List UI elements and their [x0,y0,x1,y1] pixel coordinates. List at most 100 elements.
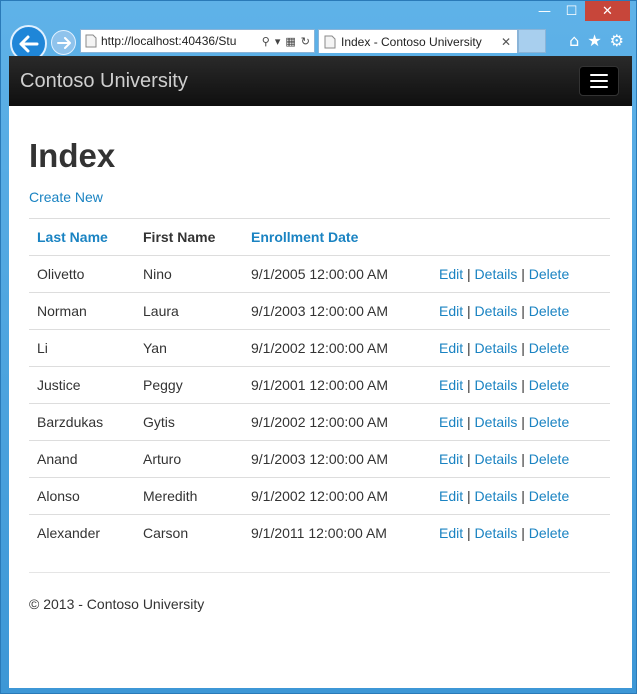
action-separator: | [521,340,525,356]
compat-view-icon[interactable]: ▦ [285,35,295,48]
cell-enrollment-date: 9/1/2002 12:00:00 AM [243,477,431,515]
edit-link[interactable]: Edit [439,488,463,504]
new-tab-button[interactable] [518,29,546,53]
create-new-link[interactable]: Create New [29,189,103,205]
settings-gear-icon[interactable]: ⚙ [610,31,624,50]
refresh-icon[interactable]: ↻ [301,35,310,48]
cell-first-name: Peggy [135,366,243,404]
table-row: Norman Laura 9/1/2003 12:00:00 AM Edit | De… [29,292,610,330]
hamburger-bar-icon [590,86,608,88]
close-window-button[interactable]: ✕ [585,1,630,21]
column-header-enrollment-date[interactable]: Enrollment Date [243,218,431,256]
forward-button[interactable] [51,30,76,55]
favorites-star-icon[interactable]: ★ [587,31,601,50]
browser-toolbar: http://localhost:40436/Stu ⚲ ▾ ▦ ↻ Index… [1,23,636,62]
cell-first-name: Carson [135,514,243,552]
cell-actions: Edit | Details | Delete [431,403,610,441]
cell-first-name: Laura [135,292,243,330]
column-header-last-name[interactable]: Last Name [29,218,135,256]
cell-actions: Edit | Details | Delete [431,366,610,404]
table-row: Li Yan 9/1/2002 12:00:00 AM Edit | Details … [29,329,610,367]
address-bar[interactable]: http://localhost:40436/Stu ⚲ ▾ ▦ ↻ [80,29,315,53]
details-link[interactable]: Details [475,525,518,541]
column-header-actions [431,218,610,256]
edit-link[interactable]: Edit [439,303,463,319]
arrow-right-icon [56,36,71,49]
footer-divider [29,571,610,573]
cell-first-name: Yan [135,329,243,367]
cell-first-name: Gytis [135,403,243,441]
main-content: Index Create New Last Name First Name En… [9,136,632,612]
page-title: Index [29,137,116,174]
cell-actions: Edit | Details | Delete [431,440,610,478]
dropdown-icon[interactable]: ▾ [275,35,281,48]
cell-last-name: Alexander [29,514,135,552]
cell-enrollment-date: 9/1/2003 12:00:00 AM [243,292,431,330]
delete-link[interactable]: Delete [529,266,569,282]
arrow-left-icon [19,35,38,52]
cell-enrollment-date: 9/1/2001 12:00:00 AM [243,366,431,404]
action-separator: | [521,266,525,282]
action-separator: | [521,525,525,542]
action-separator: | [467,451,471,467]
cell-last-name: Olivetto [29,255,135,293]
page-icon [85,34,97,48]
nav-toggle-button[interactable] [579,66,619,96]
edit-link[interactable]: Edit [439,340,463,356]
action-separator: | [467,340,471,356]
browser-window: — ☐ ✕ http://localhost:40436/Stu ⚲ ▾ ▦ ↻ [0,0,637,694]
edit-link[interactable]: Edit [439,414,463,430]
edit-link[interactable]: Edit [439,451,463,467]
students-table: Last Name First Name Enrollment Date Oli… [29,218,610,552]
edit-link[interactable]: Edit [439,266,463,282]
cell-first-name: Nino [135,255,243,293]
cell-last-name: Li [29,329,135,367]
tab-title: Index - Contoso University [341,34,482,49]
action-separator: | [521,377,525,393]
tab-close-icon[interactable]: ✕ [501,35,517,49]
delete-link[interactable]: Delete [529,377,569,393]
url-text[interactable]: http://localhost:40436/Stu [101,34,262,48]
details-link[interactable]: Details [475,451,518,467]
edit-link[interactable]: Edit [439,377,463,393]
delete-link[interactable]: Delete [529,340,569,356]
browser-tab[interactable]: Index - Contoso University ✕ [318,29,518,53]
cell-enrollment-date: 9/1/2011 12:00:00 AM [243,514,431,552]
edit-link[interactable]: Edit [439,525,463,541]
minimize-button[interactable]: — [531,1,558,21]
delete-link[interactable]: Delete [529,451,569,467]
site-brand[interactable]: Contoso University [20,70,188,93]
cell-enrollment-date: 9/1/2003 12:00:00 AM [243,440,431,478]
cell-first-name: Meredith [135,477,243,515]
details-link[interactable]: Details [475,377,518,393]
cell-enrollment-date: 9/1/2005 12:00:00 AM [243,255,431,293]
table-row: Anand Arturo 9/1/2003 12:00:00 AM Edit | De… [29,440,610,478]
details-link[interactable]: Details [475,340,518,356]
cell-actions: Edit | Details | Delete [431,514,610,552]
cell-last-name: Anand [29,440,135,478]
delete-link[interactable]: Delete [529,525,569,541]
page-icon [324,35,336,48]
page-footer: © 2013 - Contoso University [29,595,205,612]
cell-last-name: Norman [29,292,135,330]
details-link[interactable]: Details [475,303,518,319]
maximize-button[interactable]: ☐ [558,1,585,21]
browser-right-tools: ⌂ ★ ⚙ [569,31,624,50]
cell-actions: Edit | Details | Delete [431,255,610,293]
details-link[interactable]: Details [475,266,518,282]
details-link[interactable]: Details [475,488,518,504]
details-link[interactable]: Details [475,414,518,430]
page-viewport: Contoso University Index Create New Last… [9,56,632,688]
action-separator: | [467,414,471,430]
cell-actions: Edit | Details | Delete [431,292,610,330]
delete-link[interactable]: Delete [529,414,569,430]
table-header-row: Last Name First Name Enrollment Date [29,218,610,256]
delete-link[interactable]: Delete [529,303,569,319]
search-icon[interactable]: ⚲ [262,35,270,48]
table-row: Barzdukas Gytis 9/1/2002 12:00:00 AM Edit |… [29,403,610,441]
delete-link[interactable]: Delete [529,488,569,504]
action-separator: | [467,303,471,319]
table-row: Justice Peggy 9/1/2001 12:00:00 AM Edit | D… [29,366,610,404]
home-icon[interactable]: ⌂ [569,31,579,50]
action-separator: | [467,525,471,542]
